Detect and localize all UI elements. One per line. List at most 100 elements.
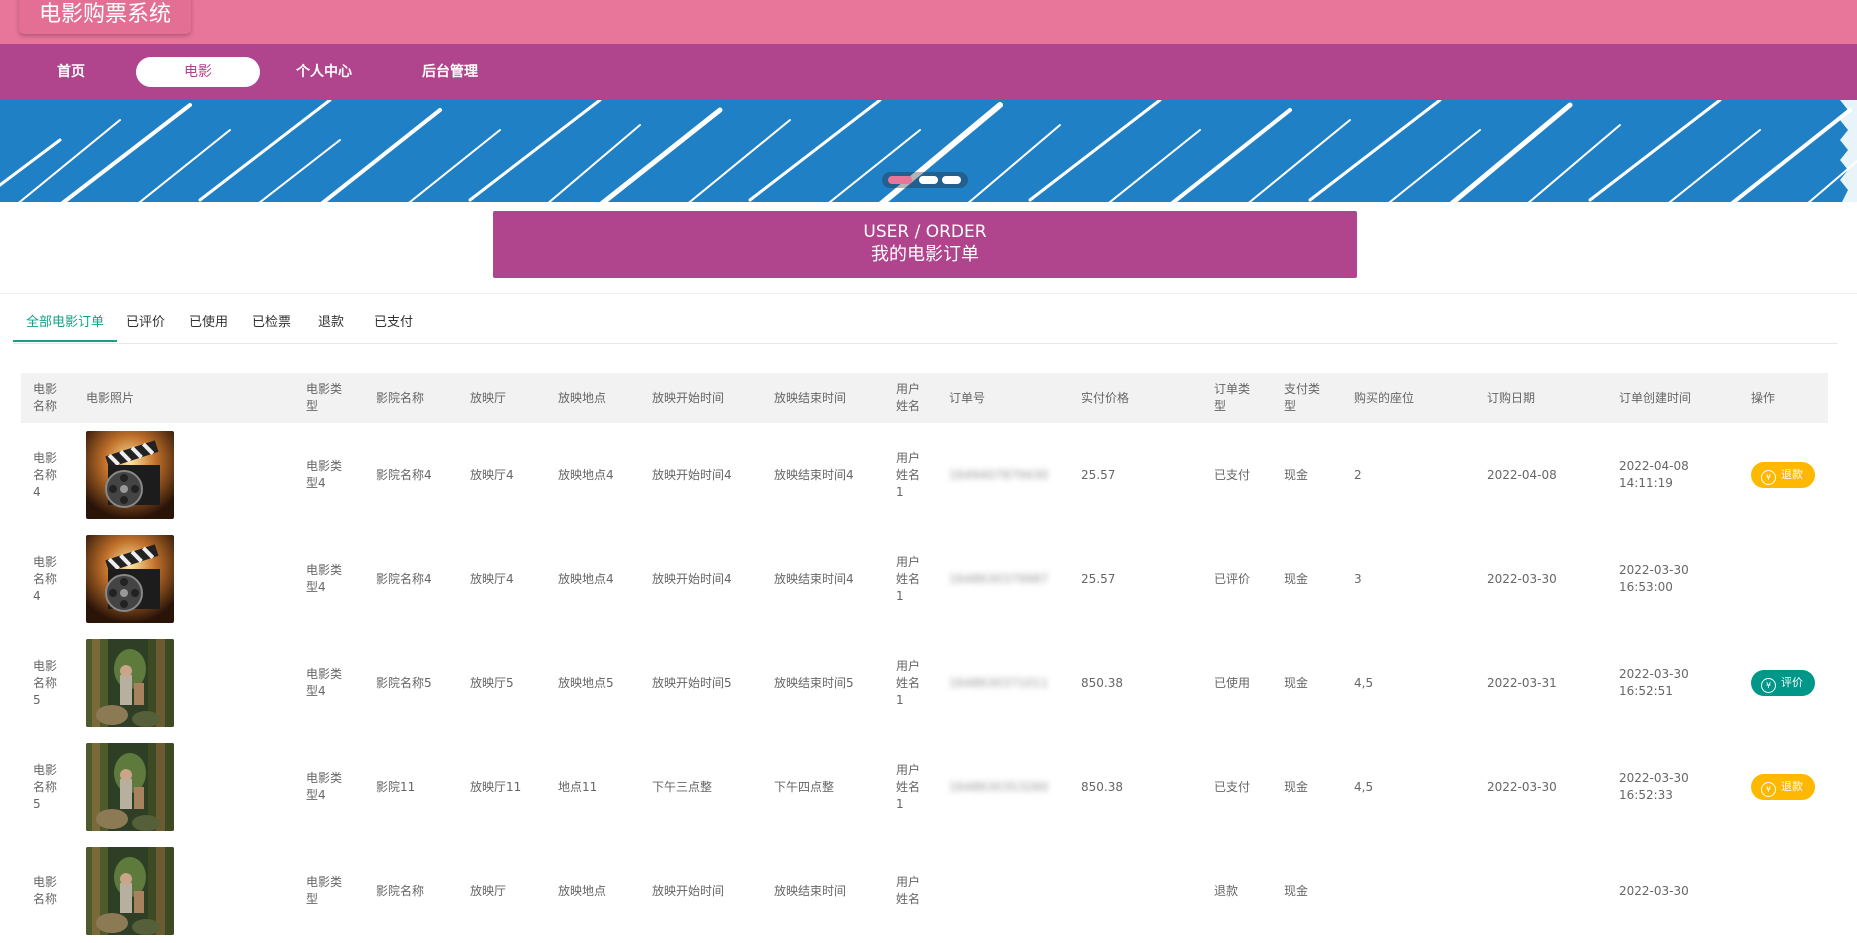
cell-movie-name: 电影名称5: [33, 658, 58, 707]
cell-order-no: 1648630379987: [937, 527, 1069, 631]
yen-icon: ¥: [1761, 782, 1776, 797]
th-user-name: 用户姓名: [884, 373, 937, 423]
cell-cinema-name: 影院名称4: [376, 571, 432, 586]
cell-hall: 放映厅4: [470, 571, 514, 586]
th-created-time: 订单创建时间: [1607, 373, 1739, 423]
action-label: 退款: [1781, 468, 1803, 481]
tab-refund[interactable]: 退款: [305, 306, 357, 342]
table-row[interactable]: 电影名称4 电影类型4 影院名称4 放映厅4 放映地点4 放映开始时间4 放映结…: [21, 527, 1828, 631]
cell-start-time: 放映开始时间: [652, 883, 725, 898]
cell-order-type: 已支付: [1214, 467, 1251, 482]
cell-order-date: 2022-04-08: [1487, 467, 1557, 482]
review-button[interactable]: ¥ 评价: [1751, 670, 1815, 696]
cell-price: 25.57: [1081, 467, 1116, 482]
th-hall: 放映厅: [458, 373, 546, 423]
th-price: 实付价格: [1069, 373, 1202, 423]
cell-end-time: 放映结束时间: [774, 883, 847, 898]
section-title-en: USER / ORDER: [863, 222, 987, 242]
cell-end-time: 放映结束时间5: [774, 675, 854, 690]
table-row[interactable]: 电影名称4 电影类型4 影院名称4 放映厅4 放映地点4 放映开始时间4 放映结…: [21, 423, 1828, 527]
th-order-type: 订单类型: [1202, 373, 1272, 423]
nav-personal-center[interactable]: 个人中心: [262, 57, 386, 87]
cell-actions: ¥ 评价: [1739, 631, 1828, 735]
nav-movies[interactable]: 电影: [136, 57, 260, 87]
cell-movie-photo: [74, 527, 294, 631]
nav-admin[interactable]: 后台管理: [388, 57, 512, 87]
movie-poster[interactable]: [86, 431, 174, 519]
action-label: 退款: [1781, 780, 1803, 793]
cell-pay-type: 现金: [1284, 779, 1309, 794]
cell-movie-type: 电影类型4: [306, 563, 343, 594]
cell-end-time: 放映结束时间4: [774, 467, 854, 482]
refund-button[interactable]: ¥ 退款: [1751, 774, 1815, 800]
cell-created-time: 2022-03-30 16:53:00: [1619, 563, 1689, 594]
cell-order-type: 已评价: [1214, 571, 1251, 586]
carousel-indicators: [882, 172, 968, 188]
cell-price: 850.38: [1081, 675, 1123, 690]
carousel-dot-3[interactable]: [942, 176, 961, 184]
yen-icon: ¥: [1761, 470, 1776, 485]
order-number: 1649407879430: [949, 467, 1049, 482]
forest-poster-art: [86, 847, 174, 935]
cell-seats: 2: [1354, 467, 1362, 482]
cell-created-time: 2022-04-08 14:11:19: [1619, 459, 1689, 490]
movie-poster[interactable]: [86, 535, 174, 623]
carousel-dot-1[interactable]: [888, 176, 912, 184]
section-title-cn: 我的电影订单: [871, 244, 979, 265]
th-seats: 购买的座位: [1342, 373, 1475, 423]
cell-place: 放映地点: [558, 883, 607, 898]
th-end-time: 放映结束时间: [762, 373, 884, 423]
cell-user-name: 用户姓名1: [896, 450, 921, 499]
order-tabs: 全部电影订单 已评价 已使用 已检票 退款 已支付: [13, 306, 1838, 344]
movie-poster[interactable]: [86, 639, 174, 727]
cell-hall: 放映厅4: [470, 467, 514, 482]
cell-actions: [1739, 527, 1828, 631]
th-order-date: 订购日期: [1475, 373, 1607, 423]
th-start-time: 放映开始时间: [640, 373, 762, 423]
tab-used[interactable]: 已使用: [176, 306, 241, 342]
th-pay-type: 支付类型: [1272, 373, 1342, 423]
cell-start-time: 放映开始时间5: [652, 675, 732, 690]
cell-order-date: 2022-03-31: [1487, 675, 1557, 690]
table-row[interactable]: 电影名称5 电影类型4 影院名称5 放映厅5 放映地点5 放映开始时间5 放映结…: [21, 631, 1828, 735]
cell-start-time: 下午三点整: [652, 779, 713, 794]
tab-checked[interactable]: 已检票: [239, 306, 304, 342]
table-row[interactable]: 电影名称 电影类型 影院名称 放映厅 放映地点 放映开始时间 放映结束时间 用户…: [21, 839, 1828, 943]
cell-actions: [1739, 839, 1828, 943]
tab-paid[interactable]: 已支付: [361, 306, 426, 342]
action-label: 评价: [1781, 676, 1803, 689]
table-row[interactable]: 电影名称5 电影类型4 影院11 放映厅11 地点11 下午三点整 下午四点整 …: [21, 735, 1828, 839]
cell-place: 放映地点4: [558, 571, 614, 586]
carousel-dot-2[interactable]: [919, 176, 938, 184]
forest-poster-art: [86, 743, 174, 831]
cell-movie-type: 电影类型: [306, 875, 343, 906]
cell-order-no: [937, 839, 1069, 943]
section-title: USER / ORDER 我的电影订单: [493, 211, 1357, 278]
nav-home[interactable]: 首页: [9, 57, 133, 87]
refund-button[interactable]: ¥ 退款: [1751, 462, 1815, 488]
clapper-poster-art: [86, 431, 174, 519]
cell-hall: 放映厅11: [470, 779, 522, 794]
cell-pay-type: 现金: [1284, 675, 1309, 690]
cell-cinema-name: 影院11: [376, 779, 416, 794]
cell-actions: ¥ 退款: [1739, 423, 1828, 527]
cell-created-time: 2022-03-30 16:52:51: [1619, 667, 1689, 698]
cell-movie-type: 电影类型4: [306, 667, 343, 698]
cell-seats: 4,5: [1354, 675, 1374, 690]
cell-price: 25.57: [1081, 571, 1116, 586]
cell-order-date: 2022-03-30: [1487, 779, 1557, 794]
cell-order-no: 1648630353260: [937, 735, 1069, 839]
cell-seats: 4,5: [1354, 779, 1374, 794]
orders-table: 电影名称 电影照片 电影类型 影院名称 放映厅 放映地点 放映开始时间 放映结束…: [21, 373, 1828, 943]
cell-order-type: 已支付: [1214, 779, 1251, 794]
movie-poster[interactable]: [86, 743, 174, 831]
cell-movie-photo: [74, 423, 294, 527]
movie-poster[interactable]: [86, 847, 174, 935]
cell-user-name: 用户姓名1: [896, 554, 921, 603]
tab-reviewed[interactable]: 已评价: [113, 306, 178, 342]
top-header: 电影购票系统: [0, 0, 1857, 44]
tab-all-orders[interactable]: 全部电影订单: [13, 306, 118, 342]
site-title[interactable]: 电影购票系统: [19, 0, 191, 34]
cell-movie-photo: [74, 631, 294, 735]
cell-hall: 放映厅5: [470, 675, 514, 690]
